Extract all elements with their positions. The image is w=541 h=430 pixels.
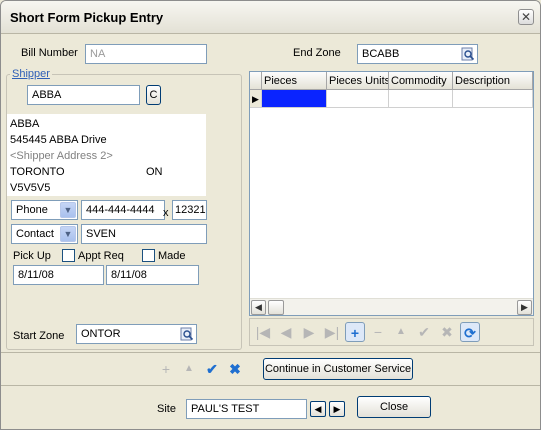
column-header-pieces-units[interactable]: Pieces Units: [327, 72, 389, 90]
shipper-c-button[interactable]: C: [146, 85, 161, 105]
phone-field[interactable]: 444-444-4444: [81, 200, 165, 220]
phone-type-value: Phone: [16, 204, 48, 216]
chevron-down-icon: ▼: [60, 226, 76, 242]
address-line-3: <Shipper Address 2>: [10, 150, 113, 162]
column-header-commodity[interactable]: Commodity: [389, 72, 453, 90]
grid-cell-pieces-units[interactable]: [327, 90, 389, 108]
lookup-icon[interactable]: [461, 47, 475, 61]
remove-record-icon[interactable]: −: [368, 322, 388, 342]
site-label: Site: [157, 403, 176, 415]
site-prev-icon[interactable]: ◀: [310, 401, 326, 417]
pickup-date-from[interactable]: 8/11/08: [13, 265, 104, 285]
end-zone-field[interactable]: BCABB: [357, 44, 478, 64]
window-title: Short Form Pickup Entry: [10, 10, 164, 25]
contact-field[interactable]: SVEN: [81, 224, 207, 244]
grid-corner-cell: [250, 72, 262, 90]
row-indicator-icon: ▶: [250, 90, 262, 108]
post-record-icon[interactable]: ✔: [414, 322, 434, 342]
phone-type-select[interactable]: Phone ▼: [11, 200, 78, 220]
cancel-record-icon[interactable]: ✖: [437, 322, 457, 342]
grid-header: Pieces Pieces Units Commodity Descriptio…: [250, 72, 533, 90]
up-icon[interactable]: ▲: [179, 359, 199, 379]
province-text: ON: [146, 166, 163, 178]
column-header-description[interactable]: Description: [453, 72, 533, 90]
shipper-code-field[interactable]: ABBA: [27, 85, 140, 105]
move-up-icon[interactable]: ▲: [391, 322, 411, 342]
add-icon[interactable]: +: [156, 359, 176, 379]
window-close-button[interactable]: ✕: [518, 9, 534, 25]
close-button[interactable]: Close: [357, 396, 431, 418]
separator-top: [1, 352, 540, 353]
postal-code-text: V5V5V5: [10, 182, 51, 194]
contact-type-value: Contact: [16, 228, 54, 240]
pickup-label: Pick Up: [13, 250, 51, 262]
pickup-entry-window: Short Form Pickup Entry ✕ Bill Number NA…: [0, 0, 541, 430]
scroll-thumb[interactable]: [268, 300, 284, 315]
next-record-icon[interactable]: ▶: [299, 322, 319, 342]
commodity-grid[interactable]: Pieces Pieces Units Commodity Descriptio…: [249, 71, 534, 316]
scroll-left-icon[interactable]: ◀: [251, 300, 266, 315]
table-row[interactable]: ▶: [250, 90, 533, 108]
column-header-pieces[interactable]: Pieces: [262, 72, 327, 90]
start-zone-value: ONTOR: [81, 328, 121, 340]
made-label: Made: [158, 250, 186, 262]
made-checkbox[interactable]: [142, 249, 155, 262]
site-field[interactable]: PAUL'S TEST: [186, 399, 307, 419]
contact-type-select[interactable]: Contact ▼: [11, 224, 78, 244]
grid-cell-description[interactable]: [453, 90, 533, 108]
lookup-icon[interactable]: [180, 327, 194, 341]
phone-ext-field[interactable]: 12321: [172, 200, 207, 220]
confirm-icon[interactable]: ✔: [202, 359, 222, 379]
end-zone-value: BCABB: [362, 48, 400, 60]
title-bar: Short Form Pickup Entry ✕: [1, 1, 540, 34]
horizontal-scrollbar[interactable]: ◀ ▶: [250, 298, 533, 315]
grid-navigator: |◀ ◀ ▶ ▶| + − ▲ ✔ ✖ ⟳: [249, 318, 534, 346]
address-line-1: ABBA: [10, 118, 40, 130]
prev-record-icon[interactable]: ◀: [276, 322, 296, 342]
bill-number-field[interactable]: NA: [85, 44, 207, 64]
shipper-address-block: ABBA 545445 ABBA Drive <Shipper Address …: [7, 114, 206, 196]
address-line-2: 545445 ABBA Drive: [10, 134, 107, 146]
city-row: TORONTO ON: [10, 164, 203, 180]
last-record-icon[interactable]: ▶|: [322, 322, 342, 342]
bill-number-label: Bill Number: [21, 47, 78, 59]
first-record-icon[interactable]: |◀: [253, 322, 273, 342]
grid-cell-commodity[interactable]: [389, 90, 453, 108]
shipper-group-label[interactable]: Shipper: [10, 68, 52, 80]
ext-label: x: [163, 207, 169, 219]
city-text: TORONTO: [10, 166, 65, 178]
pickup-date-to[interactable]: 8/11/08: [106, 265, 199, 285]
grid-cell-pieces[interactable]: [262, 90, 327, 108]
end-zone-label: End Zone: [293, 47, 341, 59]
site-next-icon[interactable]: ▶: [329, 401, 345, 417]
scroll-right-icon[interactable]: ▶: [517, 300, 532, 315]
chevron-down-icon: ▼: [60, 202, 76, 218]
refresh-icon[interactable]: ⟳: [460, 322, 480, 342]
continue-customer-service-button[interactable]: Continue in Customer Service: [263, 358, 413, 380]
add-record-icon[interactable]: +: [345, 322, 365, 342]
start-zone-label: Start Zone: [13, 330, 65, 342]
start-zone-field[interactable]: ONTOR: [76, 324, 197, 344]
separator-bottom: [1, 385, 540, 386]
appt-req-checkbox[interactable]: [62, 249, 75, 262]
cancel-icon[interactable]: ✖: [225, 359, 245, 379]
appt-req-label: Appt Req: [78, 250, 124, 262]
